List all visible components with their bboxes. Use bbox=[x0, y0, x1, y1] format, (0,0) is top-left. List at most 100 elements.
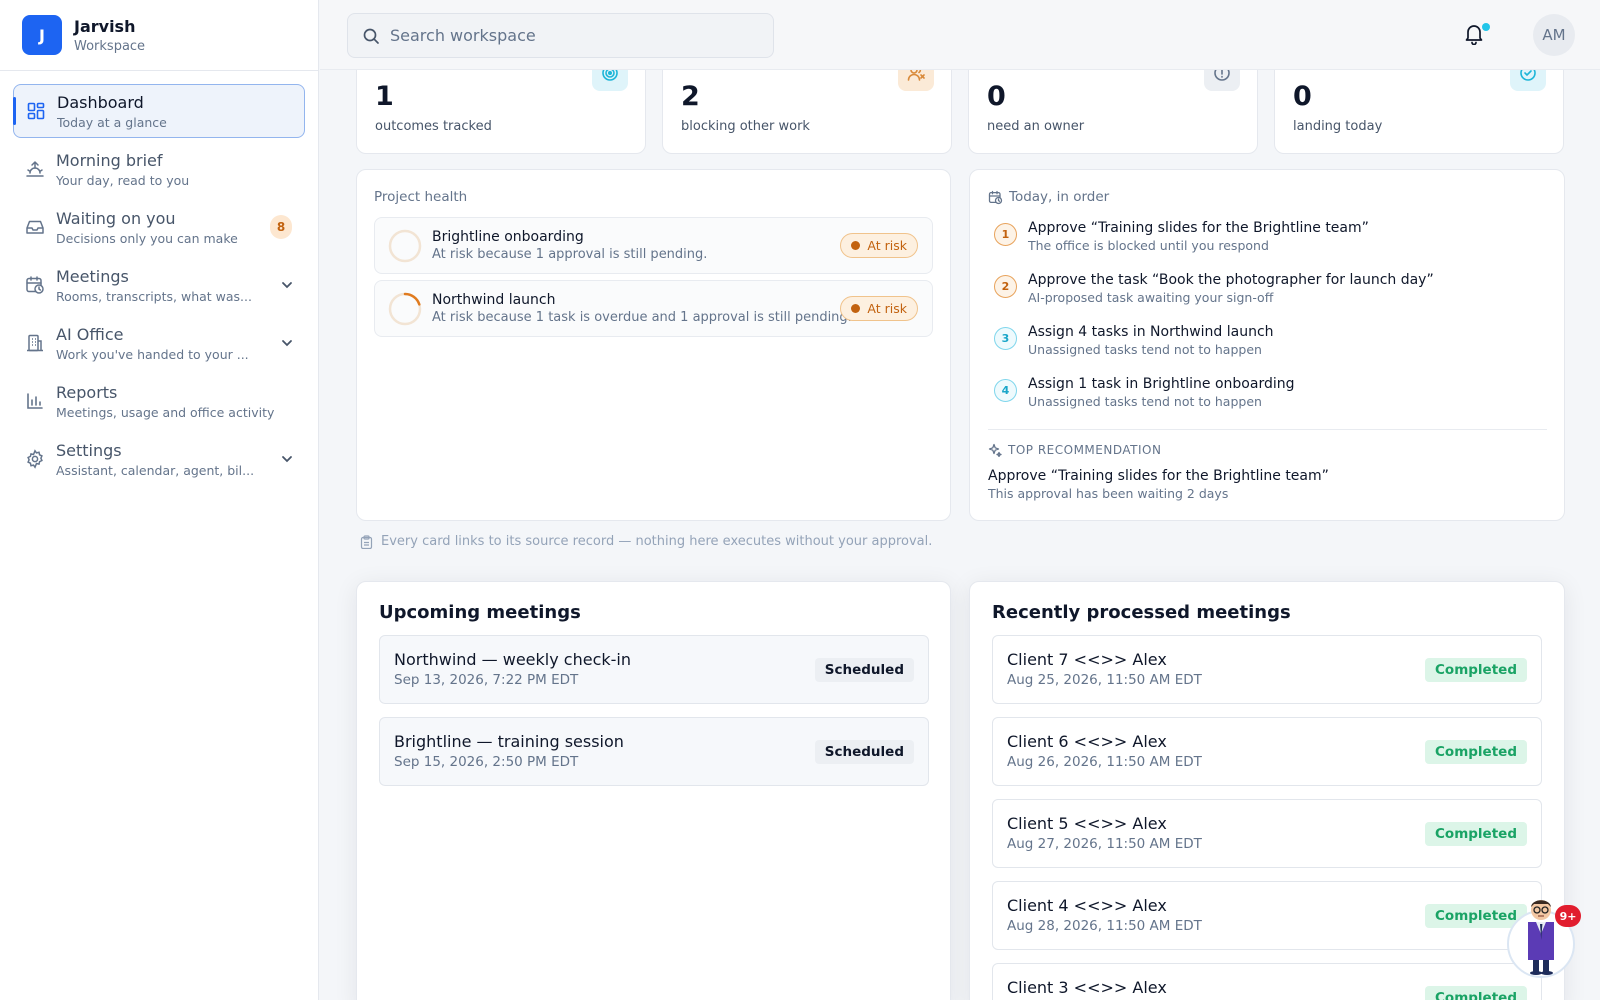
card-title: Upcoming meetings bbox=[379, 602, 581, 623]
progress-ring bbox=[388, 229, 422, 263]
sidebar: J Jarvish Workspace Dashboard Today at a … bbox=[0, 0, 319, 1000]
meeting-row[interactable]: Client 4 <<>> Alex Aug 28, 2026, 11:50 A… bbox=[992, 881, 1542, 950]
kpi-value: 1 bbox=[375, 81, 394, 112]
todo-title: Assign 1 task in Brightline onboarding bbox=[1028, 376, 1295, 392]
gear-icon bbox=[25, 449, 45, 469]
sidebar-item-desc: Work you've handed to your ... bbox=[56, 346, 249, 362]
calendar-clock-icon bbox=[988, 190, 1003, 205]
top-bar: AM bbox=[320, 0, 1600, 70]
kpi-value: 2 bbox=[681, 81, 700, 112]
status-badge: Completed bbox=[1425, 740, 1527, 764]
sparkle-icon bbox=[988, 443, 1002, 457]
processed-meetings-card: Recently processed meetings Client 7 <<>… bbox=[969, 581, 1565, 1000]
sidebar-item-label: Meetings bbox=[56, 266, 129, 286]
footnote-text: Every card links to its source record — … bbox=[381, 534, 933, 549]
meeting-row[interactable]: Client 6 <<>> Alex Aug 26, 2026, 11:50 A… bbox=[992, 717, 1542, 786]
meeting-title: Client 7 <<>> Alex bbox=[1007, 650, 1167, 669]
step-number: 2 bbox=[994, 275, 1017, 298]
meeting-title: Brightline — training session bbox=[394, 732, 624, 751]
meeting-date: Sep 13, 2026, 7:22 PM EDT bbox=[394, 672, 579, 688]
meeting-date: Aug 26, 2026, 11:50 AM EDT bbox=[1007, 754, 1202, 770]
sidebar-item-morning-brief[interactable]: Morning brief Your day, read to you bbox=[13, 142, 305, 196]
recommendation-sub: This approval has been waiting 2 days bbox=[988, 486, 1229, 501]
status-badge: At risk bbox=[840, 296, 918, 321]
bell-icon bbox=[1464, 25, 1484, 49]
meeting-date: Aug 27, 2026, 11:50 AM EDT bbox=[1007, 836, 1202, 852]
building-icon bbox=[25, 333, 45, 353]
todo-title: Approve “Training slides for the Brightl… bbox=[1028, 220, 1369, 236]
notification-count-badge: 9+ bbox=[1555, 905, 1581, 927]
meeting-row[interactable]: Client 3 <<>> Alex Completed bbox=[992, 963, 1542, 1000]
workspace-brand[interactable]: J Jarvish Workspace bbox=[0, 0, 318, 71]
avatar[interactable]: AM bbox=[1533, 14, 1575, 56]
list-item[interactable]: 1 Approve “Training slides for the Brigh… bbox=[994, 220, 1534, 260]
chevron-down-icon[interactable] bbox=[280, 452, 294, 466]
sidebar-item-waiting-on-you[interactable]: Waiting on you Decisions only you can mak… bbox=[13, 200, 305, 254]
project-row-brightline[interactable]: Brightline onboarding At risk because 1 … bbox=[374, 217, 933, 274]
sidebar-item-desc: Meetings, usage and office activity bbox=[56, 404, 275, 420]
list-item[interactable]: 2 Approve the task “Book the photographe… bbox=[994, 272, 1534, 312]
meeting-row[interactable]: Brightline — training session Sep 15, 20… bbox=[379, 717, 929, 786]
meeting-date: Aug 25, 2026, 11:50 AM EDT bbox=[1007, 672, 1202, 688]
meeting-title: Northwind — weekly check-in bbox=[394, 650, 631, 669]
meeting-title: Client 5 <<>> Alex bbox=[1007, 814, 1167, 833]
todo-title: Assign 4 tasks in Northwind launch bbox=[1028, 324, 1274, 340]
project-name: Northwind launch bbox=[432, 292, 556, 308]
recommendation-title[interactable]: Approve “Training slides for the Brightl… bbox=[988, 468, 1329, 484]
kpi-value: 0 bbox=[1293, 81, 1312, 112]
meeting-date: Aug 28, 2026, 11:50 AM EDT bbox=[1007, 918, 1202, 934]
card-title: Recently processed meetings bbox=[992, 602, 1291, 623]
kpi-label: blocking other work bbox=[681, 119, 810, 134]
meeting-row[interactable]: Client 7 <<>> Alex Aug 25, 2026, 11:50 A… bbox=[992, 635, 1542, 704]
meeting-row[interactable]: Client 5 <<>> Alex Aug 27, 2026, 11:50 A… bbox=[992, 799, 1542, 868]
kpi-label: need an owner bbox=[987, 119, 1085, 134]
status-dot bbox=[851, 241, 861, 250]
meeting-title: Client 4 <<>> Alex bbox=[1007, 896, 1167, 915]
inbox-icon bbox=[25, 217, 45, 237]
list-item[interactable]: 4 Assign 1 task in Brightline onboarding… bbox=[994, 376, 1534, 416]
sidebar-item-settings[interactable]: Settings Assistant, calendar, agent, bil.… bbox=[13, 432, 305, 486]
footnote: Every card links to its source record — … bbox=[360, 534, 932, 549]
project-desc: At risk because 1 approval is still pend… bbox=[432, 247, 708, 262]
todo-sub: AI-proposed task awaiting your sign-off bbox=[1028, 290, 1274, 305]
chevron-down-icon[interactable] bbox=[280, 336, 294, 350]
status-badge: Completed bbox=[1425, 658, 1527, 682]
notification-dot bbox=[1482, 23, 1490, 31]
step-number: 3 bbox=[994, 327, 1017, 350]
today-card: Today, in order 1 Approve “Training slid… bbox=[969, 169, 1565, 521]
sidebar-item-label: Waiting on you bbox=[56, 208, 176, 228]
meeting-title: Client 3 <<>> Alex bbox=[1007, 978, 1167, 997]
bar-chart-icon bbox=[25, 391, 45, 411]
sidebar-item-reports[interactable]: Reports Meetings, usage and office activi… bbox=[13, 374, 305, 428]
project-desc: At risk because 1 task is overdue and 1 … bbox=[432, 310, 852, 325]
sidebar-item-ai-office[interactable]: AI Office Work you've handed to your ... bbox=[13, 316, 305, 370]
dashboard-grid-icon bbox=[26, 101, 46, 121]
status-badge: At risk bbox=[840, 233, 918, 258]
kpi-value: 0 bbox=[987, 81, 1006, 112]
progress-ring bbox=[388, 292, 422, 326]
status-dot bbox=[851, 304, 861, 313]
search-box[interactable] bbox=[347, 13, 774, 58]
step-number: 1 bbox=[994, 223, 1017, 246]
todo-sub: Unassigned tasks tend not to happen bbox=[1028, 342, 1262, 357]
sidebar-item-meetings[interactable]: Meetings Rooms, transcripts, what was... bbox=[13, 258, 305, 312]
recommendation-label: TOP RECOMMENDATION bbox=[1008, 443, 1162, 457]
list-item[interactable]: 3 Assign 4 tasks in Northwind launch Una… bbox=[994, 324, 1534, 364]
chevron-down-icon[interactable] bbox=[280, 278, 294, 292]
meeting-row[interactable]: Northwind — weekly check-in Sep 13, 2026… bbox=[379, 635, 929, 704]
meeting-title: Client 6 <<>> Alex bbox=[1007, 732, 1167, 751]
assistant-avatar-icon bbox=[1507, 900, 1575, 978]
meeting-date: Sep 15, 2026, 2:50 PM EDT bbox=[394, 754, 579, 770]
assistant-launcher[interactable] bbox=[1506, 882, 1590, 982]
workspace-name: Jarvish bbox=[74, 16, 136, 36]
sidebar-item-label: Reports bbox=[56, 382, 118, 402]
kpi-label: outcomes tracked bbox=[375, 119, 492, 134]
notifications-button[interactable] bbox=[1464, 23, 1490, 49]
search-icon bbox=[362, 27, 380, 45]
search-input[interactable] bbox=[390, 26, 750, 45]
sidebar-item-dashboard[interactable]: Dashboard Today at a glance bbox=[13, 84, 305, 138]
status-badge: Completed bbox=[1425, 986, 1527, 1000]
upcoming-meetings-card: Upcoming meetings Northwind — weekly che… bbox=[356, 581, 951, 1000]
project-row-northwind[interactable]: Northwind launch At risk because 1 task … bbox=[374, 280, 933, 337]
status-badge: Completed bbox=[1425, 822, 1527, 846]
